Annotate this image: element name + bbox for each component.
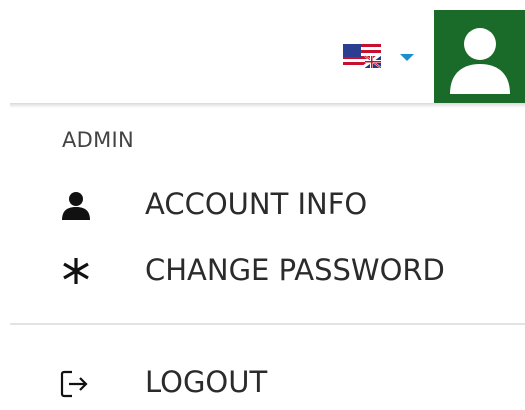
menu-item-label: LOGOUT xyxy=(145,365,268,399)
menu-item-logout[interactable]: LOGOUT xyxy=(0,356,525,408)
menu-divider xyxy=(10,323,525,325)
menu-item-account-info[interactable]: ACCOUNT INFO xyxy=(0,178,525,230)
logout-icon xyxy=(60,370,88,398)
top-bar xyxy=(0,0,525,108)
section-label-admin: ADMIN xyxy=(62,128,135,152)
person-icon xyxy=(62,192,90,220)
user-avatar-icon xyxy=(450,28,510,94)
us-uk-flag-icon[interactable] xyxy=(343,44,381,68)
menu-item-change-password[interactable]: CHANGE PASSWORD xyxy=(0,244,525,296)
menu-item-label: ACCOUNT INFO xyxy=(145,187,368,221)
caret-down-icon[interactable] xyxy=(400,54,414,61)
menu-item-label: CHANGE PASSWORD xyxy=(145,253,445,287)
user-menu-button[interactable] xyxy=(434,10,525,108)
asterisk-icon xyxy=(63,258,89,284)
